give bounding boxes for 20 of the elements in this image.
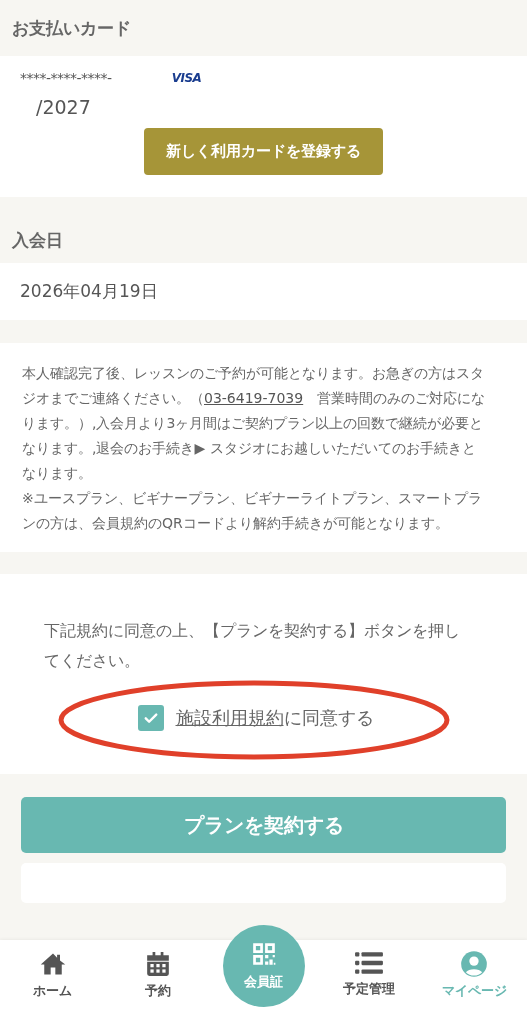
nav-tab[interactable]: 予約 — [145, 940, 172, 1000]
agreement-text: 下記規約に同意の上、【プランを契約する】ボタンを押してください。 — [44, 620, 461, 672]
terms-link[interactable]: 施設利用規約 — [175, 706, 284, 730]
qr-code-icon — [250, 941, 277, 967]
card-number: ****-****-****- — [20, 70, 112, 86]
nav-tab[interactable]: ホーム — [33, 940, 73, 1000]
calendar-icon — [145, 950, 172, 978]
card-expiry: /2027 — [36, 96, 91, 118]
notice-text: 本人確認完了後、レッスンのご予約が可能となります。お急ぎの方はスタジオまでご連絡ください。（03-6419-7039 営業時間のみのご対応になります。）,入会月より3ヶ月間はご契約プラン以上の回数で継続が必要となります。,退会のお手続き▶ スタジオにお越しいただいてのお手続きとなります。 — [22, 364, 487, 483]
user-icon — [460, 950, 489, 978]
card-brand: VISA — [171, 71, 202, 85]
notice-note: ※ユースプラン、ビギナープラン、ビギナーライトプラン、スマートプランの方は、会員規約のQRコードより解約手続きが可能となります。 — [22, 489, 483, 533]
section-heading: 入会日 — [12, 228, 63, 252]
phone-link[interactable]: 03-6419-7039 — [204, 390, 304, 406]
list-icon — [353, 950, 384, 976]
agree-label: に同意する — [283, 706, 374, 730]
nav-tab[interactable]: 予定管理 — [342, 940, 395, 998]
join-date: 2026年04月19日 — [20, 280, 158, 303]
section-heading: お支払いカード — [12, 16, 131, 40]
agree-checkbox[interactable] — [137, 705, 164, 731]
